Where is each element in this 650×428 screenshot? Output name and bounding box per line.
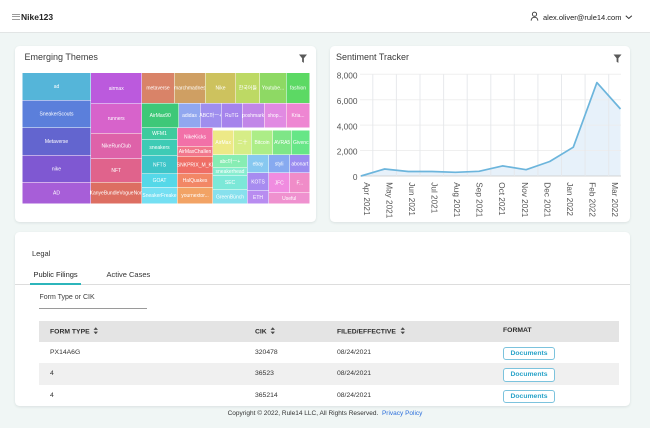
svg-text:NFT: NFT — [111, 168, 121, 174]
svg-text:adidas: adidas — [182, 113, 197, 119]
svg-text:KOTS: KOTS — [251, 179, 265, 185]
svg-text:AD: AD — [53, 191, 60, 197]
svg-text:nike: nike — [52, 166, 61, 172]
svg-text:KanyeBundleVogueNon: KanyeBundleVogueNon — [90, 191, 143, 197]
svg-text:ABC마ー+: ABC마ー+ — [199, 112, 222, 119]
svg-text:ETH: ETH — [253, 195, 263, 201]
svg-text:Apr 2021: Apr 2021 — [362, 182, 371, 216]
svg-text:NikeRunClub: NikeRunClub — [101, 144, 131, 150]
svg-text:airmax: airmax — [109, 86, 125, 92]
svg-text:May 2021: May 2021 — [385, 182, 394, 218]
svg-text:Feb 2022: Feb 2022 — [587, 182, 596, 217]
svg-text:AirMax90: AirMax90 — [150, 113, 171, 119]
svg-text:SneakerFreake: SneakerFreake — [142, 193, 176, 199]
svg-text:6,000: 6,000 — [337, 96, 358, 106]
svg-text:HalQuakes: HalQuakes — [183, 178, 208, 184]
svg-text:Jan 2022: Jan 2022 — [565, 182, 574, 216]
svg-text:Jul 2021: Jul 2021 — [430, 182, 439, 213]
svg-text:styli: styli — [275, 161, 284, 167]
svg-text:shop...: shop... — [268, 113, 283, 119]
svg-text:sneakerhead: sneakerhead — [216, 169, 245, 175]
svg-text:AirMaxChallen: AirMaxChallen — [179, 149, 212, 155]
svg-text:SneakerScouts: SneakerScouts — [40, 112, 74, 118]
svg-text:4,000: 4,000 — [337, 121, 358, 131]
svg-text:Givenc: Givenc — [293, 140, 309, 146]
svg-text:2,000: 2,000 — [337, 147, 358, 157]
svg-text:Useful: Useful — [282, 196, 296, 202]
svg-text:0: 0 — [353, 172, 358, 182]
svg-text:Jun 2021: Jun 2021 — [407, 182, 416, 216]
svg-text:Sep 2021: Sep 2021 — [475, 182, 484, 218]
svg-text:F...: F... — [296, 180, 303, 186]
svg-text:abc마ー+: abc마ー+ — [220, 158, 241, 165]
svg-text:ebay: ebay — [253, 161, 264, 167]
svg-text:AVRA5: AVRA5 — [274, 140, 290, 146]
svg-text:yournextor...: yournextor... — [181, 193, 209, 199]
svg-text:Bitcoin: Bitcoin — [254, 140, 269, 146]
svg-text:runners: runners — [108, 116, 125, 122]
svg-text:Aug 2021: Aug 2021 — [452, 182, 461, 218]
svg-text:Metaverse: Metaverse — [45, 139, 69, 145]
svg-text:8,000: 8,000 — [337, 71, 358, 81]
svg-text:poshmark: poshmark — [242, 113, 264, 119]
svg-text:abonart: abonart — [291, 161, 309, 167]
svg-text:NikeKicks: NikeKicks — [184, 135, 206, 141]
svg-text:Oct 2021: Oct 2021 — [497, 182, 506, 216]
svg-text:fashion: fashion — [290, 86, 306, 92]
svg-text:WFM1: WFM1 — [152, 131, 167, 137]
svg-text:한국어들: 한국어들 — [239, 85, 258, 92]
svg-text:metaverse: metaverse — [146, 86, 170, 92]
svg-text:Nike: Nike — [215, 86, 225, 92]
svg-text:GreenBünch: GreenBünch — [216, 194, 244, 200]
svg-text:marchmadnes: marchmadnes — [174, 86, 206, 92]
svg-text:二十: 二十 — [237, 139, 247, 146]
svg-text:Youtube...: Youtube... — [262, 86, 284, 92]
svg-text:ad: ad — [54, 84, 60, 90]
svg-text:RuTG: RuTG — [225, 113, 238, 119]
svg-text:AirMax: AirMax — [215, 140, 231, 146]
svg-text:Dec 2021: Dec 2021 — [542, 182, 551, 217]
svg-text:GOAT: GOAT — [153, 178, 167, 184]
svg-text:Mar 2022: Mar 2022 — [610, 182, 619, 217]
svg-text:NFTS: NFTS — [153, 162, 167, 168]
svg-text:SNKPRIX_M_KI: SNKPRIX_M_KI — [177, 163, 213, 169]
svg-text:SEC: SEC — [225, 180, 236, 186]
svg-text:sneakers: sneakers — [149, 145, 170, 151]
svg-text:Nov 2021: Nov 2021 — [520, 182, 529, 217]
svg-text:JFC: JFC — [275, 180, 285, 186]
svg-text:Kria...: Kria... — [291, 113, 304, 119]
